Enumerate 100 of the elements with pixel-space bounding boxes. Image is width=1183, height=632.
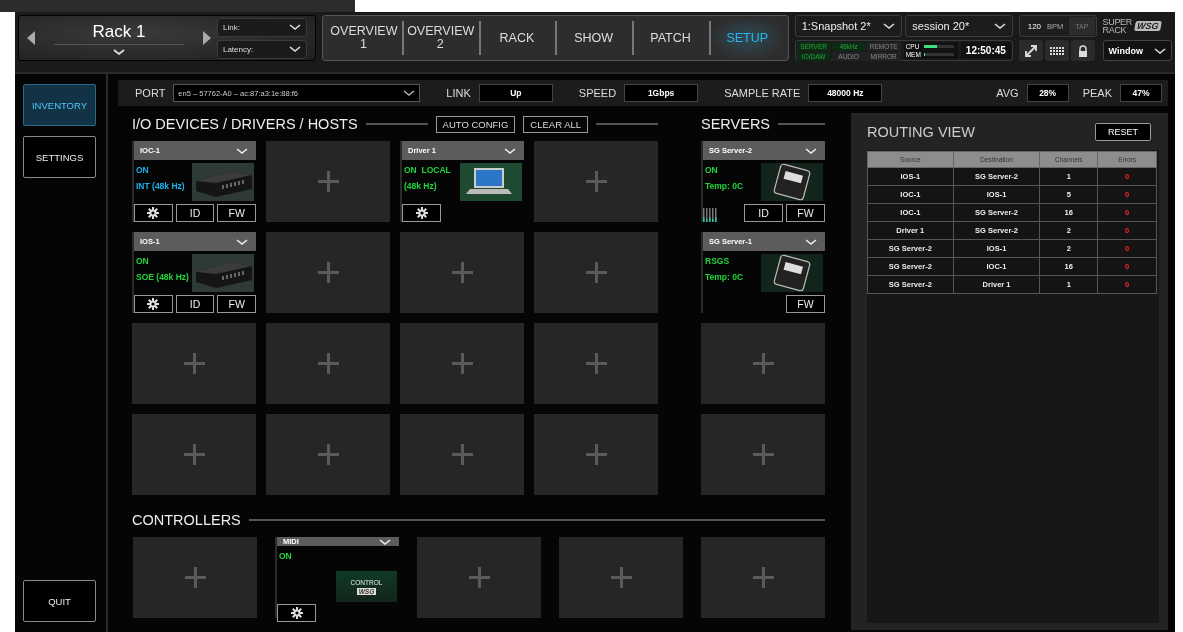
clock: 12:50:45 <box>960 42 1012 59</box>
plus-icon <box>585 262 607 283</box>
empty-slot[interactable] <box>133 537 257 618</box>
gear-icon <box>415 207 428 219</box>
chevron-down-icon <box>883 23 896 29</box>
settings-button[interactable] <box>134 295 173 313</box>
nav-tab[interactable]: PATCH <box>632 16 709 60</box>
chevron-down-icon <box>379 538 391 545</box>
empty-slot[interactable] <box>534 141 658 222</box>
nav-tab[interactable]: OVERVIEW 1 <box>324 16 402 60</box>
window-dropdown[interactable]: Window <box>1102 40 1172 61</box>
device-button[interactable]: ID <box>175 295 215 313</box>
settings-button[interactable] <box>277 604 316 622</box>
section-title: I/O DEVICES / DRIVERS / HOSTS <box>132 116 358 132</box>
plus-icon <box>317 171 339 192</box>
logo-text: SUPER <box>1102 18 1132 26</box>
section-title: SERVERS <box>701 116 771 132</box>
status-text: Temp: 0C <box>705 272 744 282</box>
empty-slot[interactable] <box>559 537 683 618</box>
empty-slot[interactable] <box>701 414 825 495</box>
plus-icon <box>317 444 339 465</box>
nav-tab[interactable]: RACK <box>478 16 556 60</box>
nav-tab[interactable]: OVERVIEW 2 <box>401 16 479 60</box>
link-dropdown[interactable]: Link: <box>216 17 307 37</box>
sidebar-button[interactable]: INVENTORY <box>23 84 96 126</box>
chevron-down-icon <box>288 46 301 52</box>
readout-field: 48000 Hz <box>808 84 883 102</box>
empty-slot[interactable] <box>266 141 390 222</box>
arrow-right-icon[interactable] <box>202 31 211 45</box>
readout-field: 28% <box>1026 84 1069 102</box>
device-button[interactable]: FW <box>217 295 256 313</box>
status-text: ON <box>136 256 150 266</box>
plus-icon <box>585 171 607 192</box>
device-button[interactable]: ID <box>175 204 215 222</box>
latency-dropdown[interactable]: Latency: <box>216 39 307 59</box>
snapshot-dropdown[interactable]: 1:Snapshot 2* <box>794 15 903 37</box>
section-button[interactable]: AUTO CONFIG <box>435 115 516 133</box>
plus-icon <box>183 353 205 374</box>
empty-slot[interactable] <box>701 537 825 618</box>
empty-slot[interactable] <box>400 232 524 313</box>
chevron-down-icon <box>805 147 817 154</box>
chevron-down-icon <box>504 147 516 154</box>
quit-button[interactable]: QUIT <box>23 580 96 622</box>
nav-tab[interactable]: SHOW <box>555 16 633 60</box>
field-label: LINK <box>446 87 471 99</box>
empty-slot[interactable] <box>266 414 390 495</box>
reset-button[interactable]: RESET <box>1095 123 1151 141</box>
arrow-left-icon[interactable] <box>27 31 35 45</box>
chevron-down-icon <box>1154 47 1166 54</box>
field-label: PEAK <box>1082 87 1112 99</box>
toolbar-button[interactable] <box>1019 40 1044 61</box>
status-text: ON LOCAL <box>404 165 451 175</box>
device-button[interactable]: ID <box>744 204 783 222</box>
gear-icon <box>147 298 160 310</box>
chevron-down-icon <box>805 238 817 245</box>
plus-icon <box>317 353 339 374</box>
chevron-down-icon <box>236 238 248 245</box>
empty-slot[interactable] <box>701 323 825 404</box>
empty-slot[interactable] <box>417 537 541 618</box>
gear-icon <box>147 207 160 219</box>
device-button[interactable]: FW <box>786 295 825 313</box>
tempo-value[interactable]: 120 <box>1021 21 1042 31</box>
status-text: INT (48k Hz) <box>136 181 185 191</box>
field-label: AVG <box>996 87 1019 99</box>
empty-slot[interactable] <box>400 323 524 404</box>
toolbar-button[interactable] <box>1071 40 1096 61</box>
empty-slot[interactable] <box>534 232 658 313</box>
empty-slot[interactable] <box>266 232 390 313</box>
panel-title: ROUTING VIEW <box>867 124 975 140</box>
plus-icon <box>752 444 774 465</box>
section-button[interactable]: CLEAR ALL <box>523 115 589 133</box>
sidebar-button[interactable]: SETTINGS <box>23 136 96 178</box>
plus-icon <box>585 353 607 374</box>
toolbar-button[interactable] <box>1045 40 1070 61</box>
readout-field: Up <box>478 84 553 102</box>
chevron-down-icon[interactable] <box>113 48 125 55</box>
empty-slot[interactable] <box>266 323 390 404</box>
empty-slot[interactable] <box>400 414 524 495</box>
device-button[interactable]: FW <box>217 204 256 222</box>
rack-name[interactable]: Rack 1 <box>92 21 146 42</box>
device-button[interactable]: FW <box>786 204 825 222</box>
field-label: PORT <box>135 87 166 99</box>
plus-icon <box>451 444 473 465</box>
settings-button[interactable] <box>134 204 173 222</box>
empty-slot[interactable] <box>534 414 658 495</box>
settings-button[interactable] <box>402 204 441 222</box>
chevron-down-icon <box>994 23 1007 29</box>
empty-slot[interactable] <box>534 323 658 404</box>
readout-field: 1Gbps <box>624 84 699 102</box>
lock-icon <box>1077 44 1090 57</box>
chip-drawing <box>761 254 823 292</box>
session-dropdown[interactable]: session 20* <box>905 15 1014 37</box>
empty-slot[interactable] <box>132 414 256 495</box>
plus-icon <box>752 567 774 588</box>
logo-badge: WSG <box>1134 21 1162 31</box>
status-text: Temp: 0C <box>705 181 744 191</box>
empty-slot[interactable] <box>132 323 256 404</box>
nav-tab[interactable]: SETUP <box>708 16 786 60</box>
chevron-down-icon <box>288 24 301 30</box>
device-drawing <box>192 163 254 201</box>
